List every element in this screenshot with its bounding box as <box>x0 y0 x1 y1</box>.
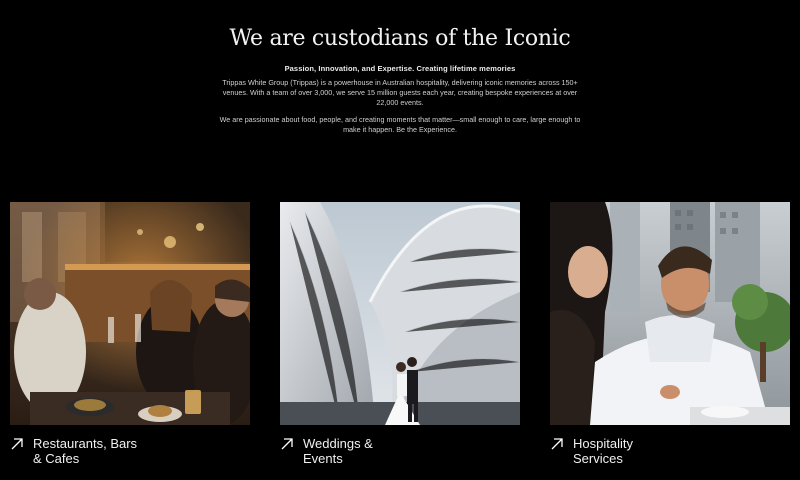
arrow-up-right-icon <box>281 438 293 450</box>
intro-paragraph-1: Trippas White Group (Trippas) is a power… <box>222 78 578 108</box>
card-weddings[interactable]: Weddings & Events <box>280 202 520 466</box>
arrow-up-right-icon <box>551 438 563 450</box>
service-cards: Restaurants, Bars & Cafes Weddings & Eve… <box>10 202 790 472</box>
page-headline: We are custodians of the Iconic <box>229 26 571 51</box>
card-hospitality[interactable]: Hospitality Services <box>550 202 790 466</box>
card-restaurants-link[interactable]: Restaurants, Bars & Cafes <box>10 436 250 466</box>
tagline: Passion, Innovation, and Expertise. Crea… <box>284 64 516 73</box>
card-label: Restaurants, Bars & Cafes <box>33 436 138 466</box>
card-restaurants[interactable]: Restaurants, Bars & Cafes <box>10 202 250 466</box>
opera-house-wedding-photo[interactable] <box>280 202 520 425</box>
intro-section: We are custodians of the Iconic Passion,… <box>0 22 800 135</box>
card-hospitality-link[interactable]: Hospitality Services <box>550 436 790 466</box>
card-label: Hospitality Services <box>573 436 633 466</box>
arrow-up-right-icon <box>11 438 23 450</box>
restaurant-diners-photo[interactable] <box>10 202 250 425</box>
card-label: Weddings & Events <box>303 436 373 466</box>
card-weddings-link[interactable]: Weddings & Events <box>280 436 520 466</box>
outdoor-dining-couple-photo[interactable] <box>550 202 790 425</box>
intro-paragraph-2: We are passionate about food, people, an… <box>219 114 581 134</box>
